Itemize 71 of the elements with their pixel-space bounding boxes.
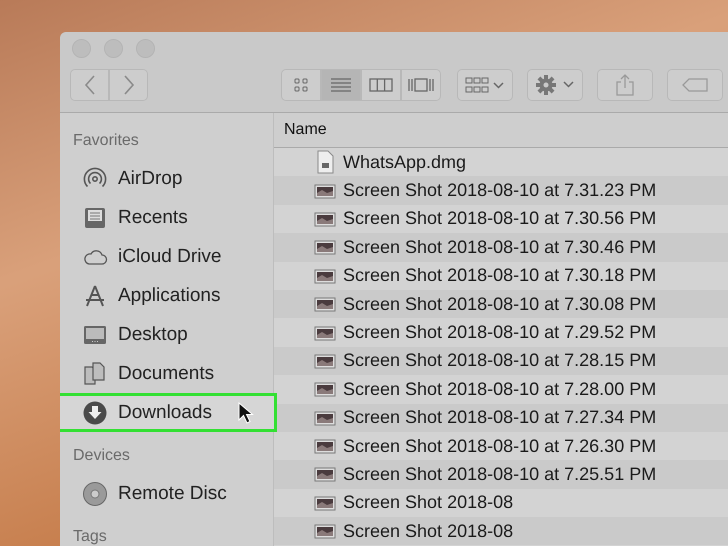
file-name: Screen Shot 2018-08-10 at 7.28.15 PM: [343, 350, 656, 372]
file-row[interactable]: WhatsApp.dmg: [274, 148, 728, 176]
file-row[interactable]: Screen Shot 2018-08-10 at 7.27.34 PM: [274, 404, 728, 432]
sidebar-section-title: Tags: [72, 527, 108, 546]
icons-view-button[interactable]: [281, 69, 321, 101]
sidebar-item-label: Documents: [118, 362, 214, 384]
mouse-pointer-icon: [238, 402, 254, 424]
file-name: Screen Shot 2018-08: [343, 492, 514, 514]
file-row[interactable]: Screen Shot 2018-08-10 at 7.25.51 PM: [274, 460, 728, 489]
file-row[interactable]: Screen Shot 2018-08-10 at 7.30.46 PM: [274, 233, 728, 262]
file-name: Screen Shot 2018-08-10 at 7.31.23 PM: [343, 180, 656, 202]
file-row[interactable]: Screen Shot 2018-08-10 at 7.29.52 PM: [274, 318, 728, 347]
file-row[interactable]: Screen Shot 2018-08: [274, 517, 728, 546]
sidebar-item[interactable]: Applications: [60, 276, 277, 315]
sidebar-item[interactable]: Remote Disc: [60, 474, 277, 513]
list-icon: [330, 77, 352, 93]
file-name: Screen Shot 2018-08-10 at 7.30.46 PM: [343, 236, 656, 258]
file-row[interactable]: Screen Shot 2018-08-10 at 7.30.08 PM: [274, 290, 728, 318]
share-button[interactable]: [597, 69, 653, 101]
sidebar-item[interactable]: AirDrop: [60, 159, 277, 198]
gear-dropdown-icon: [535, 74, 575, 96]
sidebar-item[interactable]: iCloud Drive: [60, 237, 277, 276]
sidebar-item-label: Remote Disc: [118, 482, 227, 504]
file-name: WhatsApp.dmg: [343, 152, 466, 173]
file-name: Screen Shot 2018-08-10 at 7.25.51 PM: [343, 464, 656, 485]
share-icon: [615, 73, 635, 97]
group-button[interactable]: [457, 69, 513, 101]
chevron-right-icon: [122, 74, 136, 96]
sidebar-item-label: Recents: [118, 206, 188, 228]
file-name: Screen Shot 2018-08-10 at 7.30.08 PM: [343, 294, 656, 315]
sidebar-section-title: Devices: [72, 446, 131, 466]
file-name: Screen Shot 2018-08-10 at 7.27.34 PM: [343, 407, 656, 428]
sidebar-item[interactable]: Downloads: [60, 393, 277, 432]
file-name: Screen Shot 2018-08: [343, 520, 514, 542]
tag-button[interactable]: [667, 69, 723, 101]
file-name: Screen Shot 2018-08-10 at 7.30.18 PM: [343, 265, 656, 286]
sidebar-item-label: AirDrop: [118, 168, 182, 190]
file-row[interactable]: Screen Shot 2018-08-10 at 7.30.18 PM: [274, 262, 728, 290]
file-row[interactable]: Screen Shot 2018-08-10 at 7.28.15 PM: [274, 346, 728, 376]
sidebar-item-label: iCloud Drive: [118, 246, 222, 268]
column-header[interactable]: Name: [274, 113, 728, 148]
file-name: Screen Shot 2018-08-10 at 7.26.30 PM: [343, 436, 656, 457]
grid-dropdown-icon: [465, 76, 505, 94]
sidebar-item[interactable]: Recents: [60, 198, 277, 237]
gallery-view-button[interactable]: [401, 69, 441, 101]
grid-icon: [293, 77, 309, 93]
file-name: Screen Shot 2018-08-10 at 7.30.56 PM: [343, 208, 656, 230]
file-name: Screen Shot 2018-08-10 at 7.28.00 PM: [343, 378, 656, 400]
sidebar-section-title: Favorites: [72, 131, 140, 151]
file-row[interactable]: Screen Shot 2018-08-10 at 7.28.00 PM: [274, 375, 728, 404]
action-button[interactable]: [527, 69, 583, 101]
file-name: Screen Shot 2018-08-10 at 7.29.52 PM: [343, 322, 656, 344]
file-row[interactable]: Screen Shot 2018-08-10 at 7.30.56 PM: [274, 204, 728, 234]
disc-icon: [82, 480, 108, 506]
file-row[interactable]: Screen Shot 2018-08-10 at 7.26.30 PM: [274, 432, 728, 460]
columns-view-button[interactable]: [361, 69, 401, 101]
sidebar-item-label: Downloads: [118, 402, 212, 424]
back-button[interactable]: [70, 69, 109, 101]
list-view-button[interactable]: [321, 69, 361, 101]
sidebar-item-label: Desktop: [118, 324, 188, 346]
forward-button[interactable]: [109, 69, 148, 101]
file-row[interactable]: Screen Shot 2018-08: [274, 488, 728, 518]
gallery-icon: [407, 77, 435, 93]
columns-icon: [369, 77, 393, 93]
sidebar-item-label: Applications: [118, 284, 220, 306]
tag-icon: [681, 77, 709, 93]
sidebar-item[interactable]: Documents: [60, 354, 277, 393]
file-row[interactable]: Screen Shot 2018-08-10 at 7.31.23 PM: [274, 176, 728, 205]
downloads-icon: [82, 400, 108, 426]
chevron-left-icon: [82, 74, 96, 96]
sidebar-item[interactable]: Desktop: [60, 315, 277, 354]
